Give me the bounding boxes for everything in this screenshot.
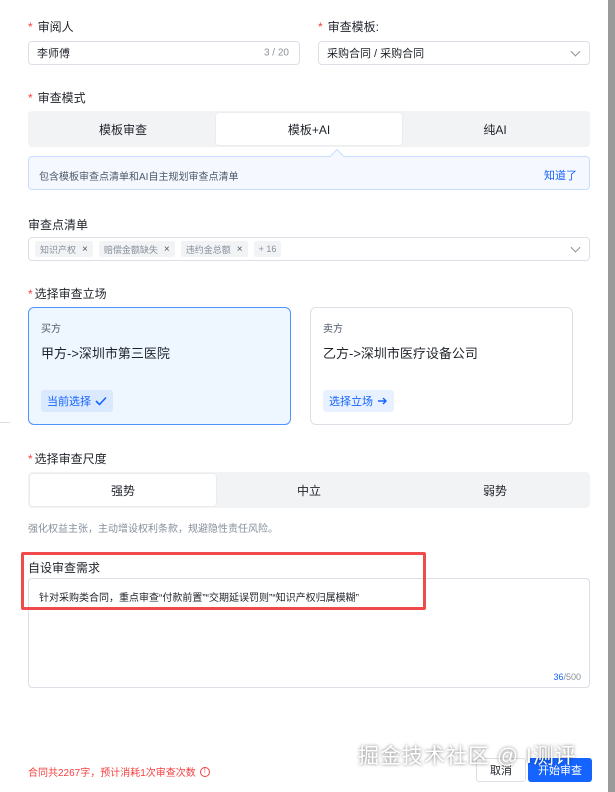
template-label: * 审查模板: bbox=[318, 20, 380, 34]
strength-option-neutral[interactable]: 中立 bbox=[216, 474, 402, 506]
stance-label: * 选择审查立场 bbox=[28, 287, 107, 301]
chevron-down-icon bbox=[570, 46, 581, 57]
reviewer-label: * 审阅人 bbox=[28, 20, 74, 34]
current-selection-button[interactable]: 当前选择 bbox=[41, 390, 113, 412]
close-icon[interactable]: × bbox=[82, 244, 88, 255]
scrollbar[interactable] bbox=[608, 0, 615, 792]
watermark: 掘金技术社区 @ I测评 bbox=[358, 745, 577, 768]
seller-role: 卖方 bbox=[323, 324, 343, 335]
cost-summary: 合同共2267字，预计消耗1次审查次数 ! bbox=[28, 764, 210, 779]
strength-option-strong[interactable]: 强势 bbox=[30, 474, 216, 506]
mode-tip: 包含模板审查点清单和AI自主规划审查点清单 知道了 bbox=[28, 148, 590, 190]
stance-card-buyer[interactable]: 买方 甲方->深圳市第三医院 当前选择 bbox=[28, 307, 291, 425]
mode-option-ai[interactable]: 纯AI bbox=[402, 113, 588, 145]
arrow-right-icon bbox=[378, 397, 387, 405]
mode-option-template[interactable]: 模板审查 bbox=[30, 113, 216, 145]
checklist-tag: 违约金总额 × bbox=[180, 241, 248, 257]
stance-card-seller[interactable]: 卖方 乙方->深圳市医疗设备公司 选择立场 bbox=[310, 307, 573, 425]
strength-option-weak[interactable]: 弱势 bbox=[402, 474, 588, 506]
buyer-role: 买方 bbox=[41, 324, 61, 335]
divider bbox=[0, 422, 10, 423]
chevron-down-icon bbox=[570, 242, 581, 253]
close-icon[interactable]: × bbox=[164, 244, 170, 255]
checklist-tag: 赔偿金额缺失 × bbox=[98, 241, 175, 257]
select-stance-button[interactable]: 选择立场 bbox=[323, 390, 394, 412]
template-value: 采购合同 / 采购合同 bbox=[327, 48, 425, 60]
reviewer-char-count: 3 / 20 bbox=[263, 47, 289, 59]
template-select[interactable]: 采购合同 / 采购合同 bbox=[318, 41, 590, 65]
mode-tip-text: 包含模板审查点清单和AI自主规划审查点清单 bbox=[39, 172, 239, 183]
reviewer-value: 李师傅 bbox=[37, 48, 70, 60]
mode-label: * 审查模式 bbox=[28, 91, 86, 105]
reviewer-input[interactable]: 李师傅 3 / 20 bbox=[28, 41, 300, 65]
strength-hint: 强化权益主张，主动增设权利条款，规避隐性责任风险。 bbox=[28, 524, 278, 535]
checklist-label: 审查点清单 bbox=[28, 218, 89, 232]
strength-label: * 选择审查尺度 bbox=[28, 452, 107, 466]
close-icon[interactable]: × bbox=[237, 244, 243, 255]
info-icon: ! bbox=[199, 766, 210, 777]
checklist-select[interactable]: 知识产权 × 赔偿金额缺失 × 违约金总额 × + 16 bbox=[28, 237, 590, 261]
mode-option-template-ai[interactable]: 模板+AI bbox=[216, 113, 402, 145]
checklist-more-tag[interactable]: + 16 bbox=[253, 241, 282, 257]
dismiss-tip-link[interactable]: 知道了 bbox=[544, 167, 577, 183]
checklist-tag: 知识产权 × bbox=[35, 241, 93, 257]
highlight-box bbox=[21, 552, 426, 610]
seller-party: 乙方->深圳市医疗设备公司 bbox=[323, 346, 478, 361]
mode-segmented: 模板审查 模板+AI 纯AI bbox=[28, 111, 590, 147]
check-icon bbox=[95, 396, 107, 406]
strength-segmented: 强势 中立 弱势 bbox=[28, 472, 590, 508]
buyer-party: 甲方->深圳市第三医院 bbox=[41, 346, 170, 361]
review-config-panel: * 审阅人 李师傅 3 / 20 * 审查模板: 采购合同 / 采购合同 * 审查模式… bbox=[0, 0, 608, 792]
char-counter: 36/500 bbox=[553, 672, 581, 682]
